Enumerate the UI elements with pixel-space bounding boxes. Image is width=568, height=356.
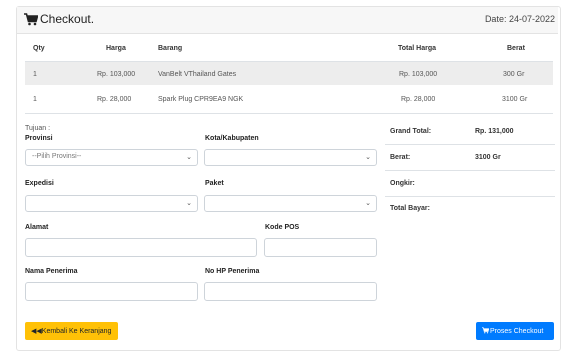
row-barang: Spark Plug CPR9EA9 NGK: [158, 96, 244, 103]
kodepos-label: Kode POS: [265, 224, 300, 231]
hp-penerima-label: No HP Penerima: [205, 268, 260, 275]
summary-divider: [385, 144, 555, 145]
chevron-down-icon: ⌄: [365, 154, 371, 161]
paket-select[interactable]: ⌄: [204, 195, 377, 212]
row-berat: 300 Gr: [503, 71, 525, 78]
chevron-down-icon: ⌄: [186, 154, 192, 161]
kota-select[interactable]: ⌄: [204, 149, 377, 166]
col-harga: Harga: [106, 45, 126, 52]
row-total: Rp. 103,000: [399, 71, 438, 78]
provinsi-selected-value: --Pilih Provinsi--: [32, 153, 82, 160]
row-barang: VanBelt VThailand Gates: [158, 71, 237, 78]
back-button-label: Kembali Ke Keranjang: [41, 328, 112, 335]
cart-icon: [482, 327, 490, 334]
provinsi-select[interactable]: --Pilih Provinsi-- ⌄: [25, 149, 198, 166]
grand-total-label: Grand Total:: [390, 128, 432, 135]
kodepos-input[interactable]: [264, 238, 377, 257]
card-header: [17, 7, 558, 34]
summary-divider: [385, 170, 555, 171]
chevron-down-icon: ⌄: [365, 200, 371, 207]
berat-value: 3100 Gr: [475, 154, 501, 161]
ongkir-label: Ongkir:: [390, 180, 415, 187]
total-bayar-label: Total Bayar:: [390, 205, 430, 212]
cart-icon: [24, 13, 38, 26]
double-left-arrow-icon: ◀◀: [31, 328, 42, 335]
back-to-cart-button[interactable]: ◀◀Kembali Ke Keranjang: [25, 322, 118, 340]
paket-label: Paket: [205, 180, 224, 187]
chevron-down-icon: ⌄: [186, 200, 192, 207]
alamat-label: Alamat: [25, 224, 49, 231]
order-date: Date: 24-07-2022: [484, 14, 555, 24]
summary-divider: [385, 196, 555, 197]
col-qty: Qty: [33, 45, 45, 52]
nama-penerima-label: Nama Penerima: [25, 268, 78, 275]
page-title: Checkout.: [40, 12, 95, 26]
kota-label: Kota/Kabupaten: [205, 135, 259, 142]
expedisi-select[interactable]: ⌄: [25, 195, 198, 212]
table-bottom-divider: [25, 113, 553, 114]
row-harga: Rp. 103,000: [97, 71, 136, 78]
row-berat: 3100 Gr: [502, 96, 528, 103]
alamat-input[interactable]: [25, 238, 257, 257]
hp-penerima-input[interactable]: [204, 282, 377, 301]
row-total: Rp. 28,000: [401, 96, 436, 103]
nama-penerima-input[interactable]: [25, 282, 198, 301]
col-berat: Berat: [507, 45, 525, 52]
col-barang: Barang: [158, 45, 183, 52]
row-qty: 1: [33, 71, 37, 78]
grand-total-value: Rp. 131,000: [475, 128, 514, 135]
checkout-button-label: Proses Checkout: [490, 328, 544, 335]
row-harga: Rp. 28,000: [97, 96, 132, 103]
provinsi-label: Provinsi: [25, 135, 53, 142]
col-total-harga: Total Harga: [398, 45, 436, 52]
expedisi-label: Expedisi: [25, 180, 54, 187]
checkout-button[interactable]: Proses Checkout: [476, 322, 554, 340]
row-qty: 1: [33, 96, 37, 103]
berat-label: Berat:: [390, 154, 411, 161]
tujuan-label: Tujuan :: [25, 125, 51, 132]
